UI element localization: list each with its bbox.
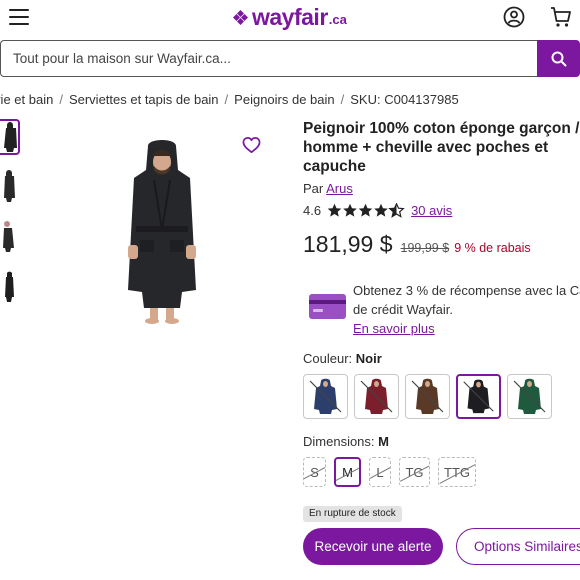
color-swatch-navy[interactable] bbox=[303, 374, 348, 419]
robe-swatch-icon bbox=[411, 378, 444, 414]
notify-alert-button[interactable]: Recevoir une alerte bbox=[303, 528, 443, 565]
credit-card-icon bbox=[309, 294, 346, 319]
logo-pinwheel-icon bbox=[233, 9, 248, 25]
price-row: 181,99 $ 199,99 $ 9 % de rabais bbox=[303, 231, 531, 258]
robe-swatch-icon bbox=[463, 379, 494, 414]
similar-options-button[interactable]: Options Similaires bbox=[456, 528, 580, 565]
search-icon bbox=[551, 51, 566, 66]
learn-more-link[interactable]: En savoir plus bbox=[353, 321, 435, 336]
breadcrumb: erie et bain / Serviettes et tapis de bain… bbox=[0, 92, 459, 107]
rewards-text-line2: de crédit Wayfair. bbox=[353, 302, 453, 317]
breadcrumb-separator: / bbox=[59, 92, 63, 107]
color-swatches bbox=[303, 374, 558, 419]
top-bar: wayfair .ca bbox=[0, 0, 580, 36]
breadcrumb-item[interactable]: Serviettes et tapis de bain bbox=[69, 92, 219, 107]
search-input[interactable] bbox=[0, 40, 538, 77]
rating-value: 4.6 bbox=[303, 203, 322, 218]
star-rating-icon bbox=[327, 203, 404, 218]
rewards-promo: Obtenez 3 % de récompense avec la Car de… bbox=[353, 281, 580, 338]
size-option-l[interactable]: L bbox=[369, 457, 391, 487]
sku-label: SKU: C004137985 bbox=[350, 92, 459, 107]
reviews-link[interactable]: 30 avis bbox=[411, 203, 452, 218]
thumbnail-image[interactable] bbox=[0, 269, 20, 305]
robe-swatch-icon bbox=[309, 378, 342, 414]
rating-row: 4.6 30 avis bbox=[303, 203, 452, 218]
search-button[interactable] bbox=[537, 40, 580, 77]
breadcrumb-separator: / bbox=[340, 92, 345, 107]
rating-stars bbox=[327, 203, 405, 218]
heart-icon[interactable] bbox=[242, 136, 261, 155]
by-prefix: Par bbox=[303, 181, 324, 196]
current-price: 181,99 $ bbox=[303, 231, 393, 257]
color-label: Couleur: Noir bbox=[303, 351, 382, 366]
product-title: Peignoir 100% coton éponge garçon / homm… bbox=[303, 120, 580, 175]
logo-text: wayfair bbox=[252, 3, 328, 30]
search-bar bbox=[0, 40, 580, 77]
size-label-text: Dimensions: bbox=[303, 434, 375, 449]
robe-swatch-icon bbox=[513, 378, 546, 414]
breadcrumb-item[interactable]: erie et bain bbox=[0, 92, 53, 107]
color-swatch-black[interactable] bbox=[456, 374, 501, 419]
robe-swatch-icon bbox=[360, 378, 393, 414]
hamburger-menu-icon[interactable] bbox=[9, 9, 29, 25]
stock-status-badge: En rupture de stock bbox=[303, 506, 402, 522]
thumbnail-image[interactable] bbox=[0, 219, 20, 255]
cart-icon[interactable] bbox=[550, 6, 572, 28]
size-label: Dimensions: M bbox=[303, 434, 389, 449]
account-icon[interactable] bbox=[503, 6, 525, 28]
color-selected-value: Noir bbox=[355, 351, 382, 366]
thumbnail-image[interactable] bbox=[0, 119, 20, 155]
size-option-tg[interactable]: TG bbox=[399, 457, 430, 487]
color-swatch-green[interactable] bbox=[507, 374, 552, 419]
thumbnail-strip bbox=[0, 119, 22, 319]
color-swatch-brown[interactable] bbox=[405, 374, 450, 419]
size-options: SML TG TTG bbox=[303, 457, 484, 487]
product-main-image[interactable] bbox=[118, 140, 206, 326]
discount-label: 9 % de rabais bbox=[454, 241, 531, 255]
thumbnail-image[interactable] bbox=[0, 169, 20, 205]
brand-line: Par Arus bbox=[303, 181, 353, 196]
breadcrumb-item[interactable]: Peignoirs de bain bbox=[234, 92, 334, 107]
original-price: 199,99 $ bbox=[400, 241, 450, 255]
size-option-s[interactable]: S bbox=[303, 457, 326, 487]
breadcrumb-separator: / bbox=[224, 92, 229, 107]
size-option-ttg[interactable]: TTG bbox=[438, 457, 476, 487]
brand-link[interactable]: Arus bbox=[326, 181, 353, 196]
color-label-text: Couleur: bbox=[303, 351, 353, 366]
logo-tld: .ca bbox=[328, 12, 347, 27]
rewards-text-line1: Obtenez 3 % de récompense avec la Car bbox=[353, 283, 580, 298]
size-selected-value: M bbox=[378, 434, 389, 449]
size-option-m[interactable]: M bbox=[334, 457, 361, 487]
color-swatch-burgundy[interactable] bbox=[354, 374, 399, 419]
wayfair-logo[interactable]: wayfair .ca bbox=[232, 3, 347, 30]
